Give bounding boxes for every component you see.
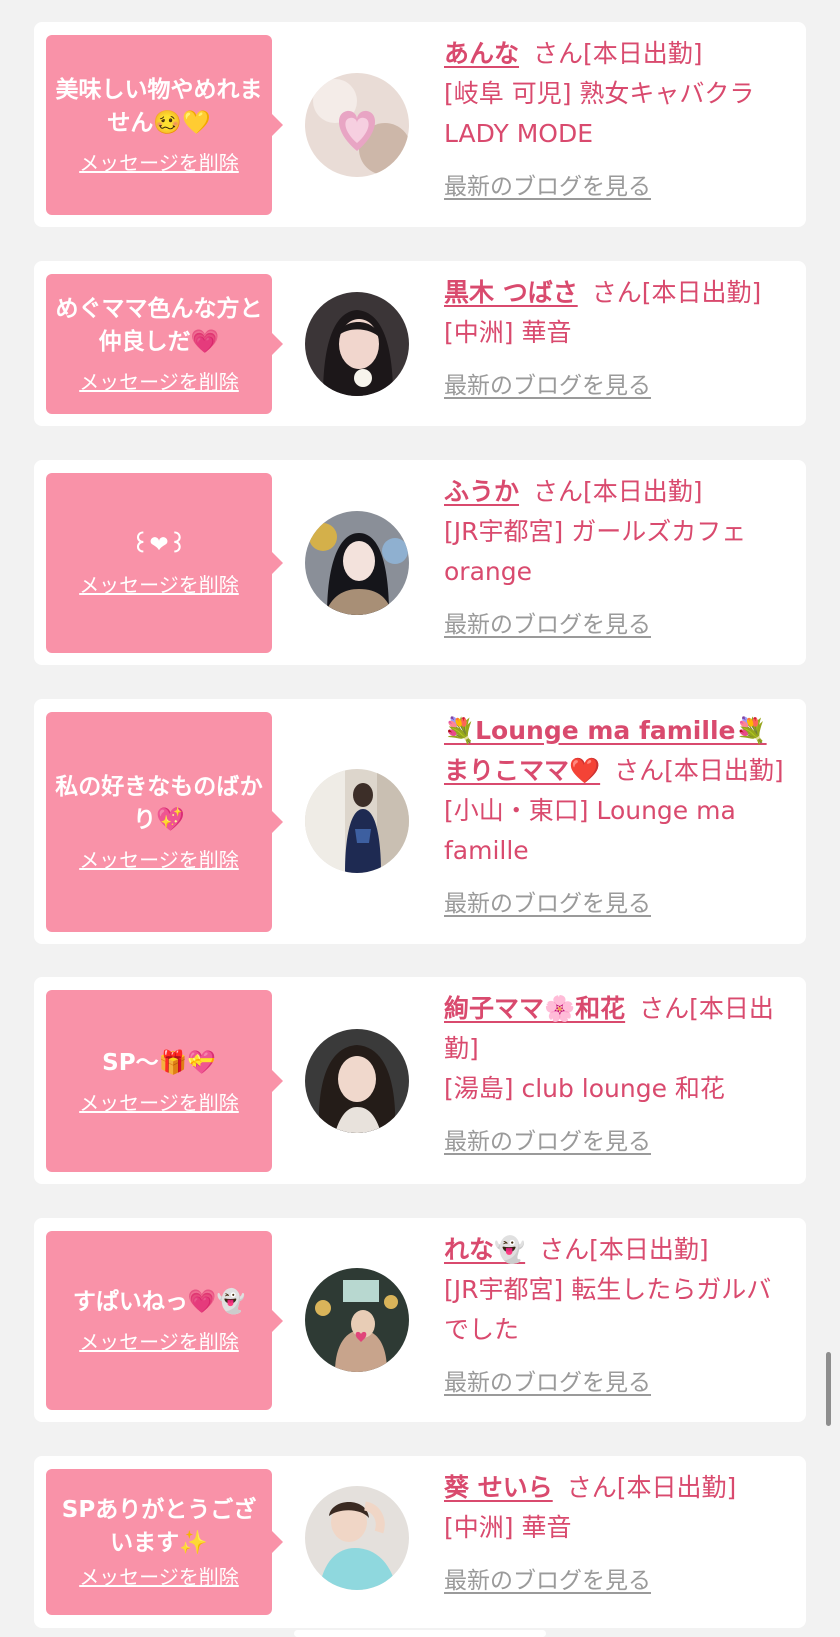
list-item: めぐママ色んな方と仲良しだ💗 メッセージを削除 黒木 つばさ さん[本日出勤] [… (34, 261, 806, 426)
shop-name: [岐阜 可児] 熟女キャバクラLADY MODE (444, 79, 755, 148)
name-line: あんな さん[本日出勤] (444, 34, 789, 74)
delete-message-link[interactable]: メッセージを削除 (79, 150, 239, 176)
cast-info: 💐Lounge ma famille💐まりこママ❤️ さん[本日出勤] [小山・東… (444, 711, 789, 924)
shop-name: [JR宇都宮] ガールズカフェorange (444, 517, 747, 586)
shop-name: [JR宇都宮] 転生したらガルバでした (444, 1275, 772, 1344)
delete-message-link[interactable]: メッセージを削除 (79, 572, 239, 598)
message-text: ꒰❤︎꒱ (131, 531, 187, 558)
message-bubble: SP〜🎁💝 メッセージを削除 (46, 990, 283, 1172)
cast-info: 黒木 つばさ さん[本日出勤] [中洲] 華音 最新のブログを見る (444, 273, 789, 406)
latest-blog-link[interactable]: 最新のブログを見る (444, 605, 651, 645)
message-text: めぐママ色んな方と仲良しだ💗 (55, 296, 263, 355)
list-item: すぱいねっ💗👻 メッセージを削除 れな👻 さん[本日出勤] [JR宇都宮] 転生し… (34, 1218, 806, 1422)
delete-message-link[interactable]: メッセージを削除 (79, 1090, 239, 1116)
avatar[interactable] (305, 1268, 409, 1372)
latest-blog-link[interactable]: 最新のブログを見る (444, 366, 651, 406)
avatar[interactable] (305, 1486, 409, 1590)
avatar-photo-woman (305, 769, 409, 873)
latest-blog-link[interactable]: 最新のブログを見る (444, 1363, 651, 1403)
message-text: 美味しい物やめれません🥴💛 (55, 77, 263, 136)
message-bubble: SPありがとうございます✨ メッセージを削除 (46, 1469, 283, 1615)
avatar[interactable] (305, 292, 409, 396)
avatar-photo-woman (305, 511, 409, 615)
message-text: SP〜🎁💝 (102, 1049, 216, 1076)
cast-info: ふうか さん[本日出勤] [JR宇都宮] ガールズカフェorange 最新のブログ… (444, 472, 789, 645)
attendance-status: さん[本日出勤] (591, 278, 762, 307)
scrollbar[interactable] (826, 1352, 831, 1426)
message-text: 私の好きなものばかり💖 (55, 774, 263, 833)
cast-info: 葵 せいら さん[本日出勤] [中洲] 華音 最新のブログを見る (444, 1468, 789, 1601)
name-line: 💐Lounge ma famille💐まりこママ❤️ さん[本日出勤] (444, 711, 789, 791)
latest-blog-link[interactable]: 最新のブログを見る (444, 1561, 651, 1601)
shop-name: [中洲] 華音 (444, 318, 572, 347)
message-bubble: めぐママ色んな方と仲良しだ💗 メッセージを削除 (46, 274, 283, 414)
avatar[interactable] (305, 1029, 409, 1133)
cast-name-link[interactable]: 黒木 つばさ (444, 278, 578, 307)
shop-name: [中洲] 華音 (444, 1513, 572, 1542)
message-bubble: ꒰❤︎꒱ メッセージを削除 (46, 473, 283, 653)
latest-blog-link[interactable]: 最新のブログを見る (444, 1122, 651, 1162)
avatar[interactable] (305, 73, 409, 177)
list-item: SPありがとうございます✨ メッセージを削除 葵 せいら さん[本日出勤] [中洲… (34, 1456, 806, 1628)
delete-message-link[interactable]: メッセージを削除 (79, 1564, 239, 1590)
message-bubble: すぱいねっ💗👻 メッセージを削除 (46, 1231, 283, 1410)
avatar-photo-heart (305, 73, 409, 177)
message-bubble: 私の好きなものばかり💖 メッセージを削除 (46, 712, 283, 932)
avatar-photo-woman (305, 292, 409, 396)
cast-name-link[interactable]: 葵 せいら (444, 1473, 553, 1502)
name-line: れな👻 さん[本日出勤] (444, 1230, 789, 1270)
attendance-status: さん[本日出勤] (533, 477, 703, 506)
cast-name-link[interactable]: ふうか (444, 477, 519, 506)
cast-name-link[interactable]: れな👻 (444, 1235, 525, 1264)
avatar[interactable] (305, 769, 409, 873)
latest-blog-link[interactable]: 最新のブログを見る (444, 167, 651, 207)
attendance-status: さん[本日出勤] (533, 39, 703, 68)
attendance-status: さん[本日出勤] (539, 1235, 709, 1264)
attendance-status: さん[本日出勤] (614, 756, 784, 785)
message-bubble: 美味しい物やめれません🥴💛 メッセージを削除 (46, 35, 283, 215)
home-indicator (294, 1630, 546, 1637)
list-item: 私の好きなものばかり💖 メッセージを削除 💐Lounge ma famille💐… (34, 699, 806, 944)
cast-info: れな👻 さん[本日出勤] [JR宇都宮] 転生したらガルバでした 最新のブログを見… (444, 1230, 789, 1403)
delete-message-link[interactable]: メッセージを削除 (79, 369, 239, 395)
list-item: SP〜🎁💝 メッセージを削除 絢子ママ🌸和花 さん[本日出勤] [湯島] club… (34, 977, 806, 1184)
avatar-photo-bar (305, 1268, 409, 1372)
avatar[interactable] (305, 511, 409, 615)
cast-info: 絢子ママ🌸和花 さん[本日出勤] [湯島] club lounge 和花 最新のブ… (444, 989, 789, 1162)
attendance-status: さん[本日出勤] (566, 1473, 737, 1502)
shop-name: [小山・東口] Lounge ma famille (444, 796, 736, 865)
cast-name-link[interactable]: あんな (444, 39, 519, 68)
delete-message-link[interactable]: メッセージを削除 (79, 847, 239, 873)
shop-name: [湯島] club lounge 和花 (444, 1074, 725, 1103)
avatar-photo-woman (305, 1029, 409, 1133)
message-text: SPありがとうございます✨ (61, 1497, 257, 1556)
list-item: ꒰❤︎꒱ メッセージを削除 ふうか さん[本日出勤] [JR宇都宮] ガールズカフ… (34, 460, 806, 665)
name-line: 黒木 つばさ さん[本日出勤] (444, 273, 789, 313)
name-line: 絢子ママ🌸和花 さん[本日出勤] (444, 989, 789, 1069)
cast-info: あんな さん[本日出勤] [岐阜 可児] 熟女キャバクラLADY MODE 最新の… (444, 34, 789, 207)
latest-blog-link[interactable]: 最新のブログを見る (444, 884, 651, 924)
cast-name-link[interactable]: 絢子ママ🌸和花 (444, 994, 625, 1023)
name-line: ふうか さん[本日出勤] (444, 472, 789, 512)
message-text: すぱいねっ💗👻 (72, 1289, 246, 1315)
name-line: 葵 せいら さん[本日出勤] (444, 1468, 789, 1508)
delete-message-link[interactable]: メッセージを削除 (79, 1329, 239, 1355)
list-item: 美味しい物やめれません🥴💛 メッセージを削除 あんな さん[本日出勤] [岐阜 可… (34, 22, 806, 227)
avatar-photo-woman (305, 1486, 409, 1590)
